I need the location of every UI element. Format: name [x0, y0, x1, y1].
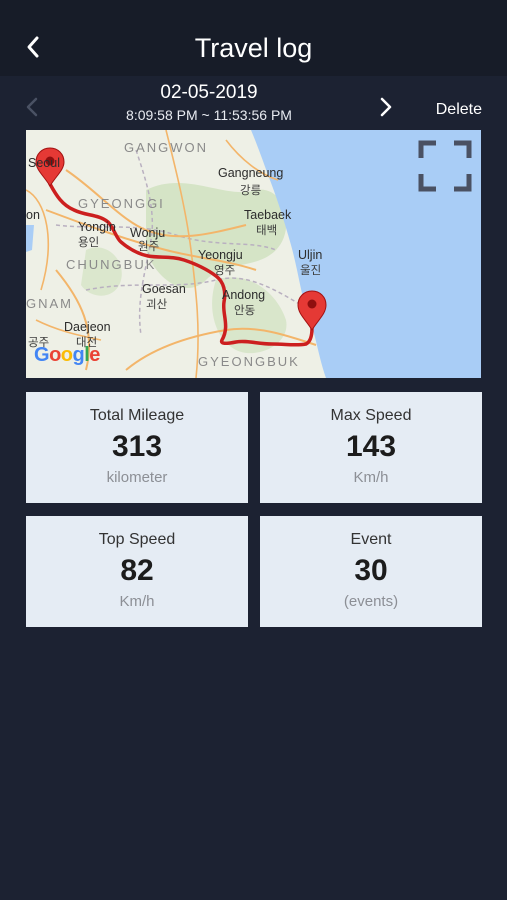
trip-date: 02-05-2019: [160, 82, 258, 103]
trip-nav-row: 02-05-2019 8:09:58 PM ~ 11:53:56 PM Dele…: [0, 80, 507, 128]
map-label-goesan-kr: 괴산: [146, 299, 168, 311]
stat-value: 82: [120, 554, 154, 587]
map-label-daejeon: Daejeon: [64, 320, 111, 334]
map-label-yongin-kr: 용인: [78, 237, 100, 249]
page-title: Travel log: [194, 33, 313, 63]
stat-card-top-speed: Top Speed 82 Km/h: [26, 516, 248, 627]
map-label-uljin-kr: 울진: [300, 265, 322, 277]
map-label-chungbuk: CHUNGBUK: [66, 257, 157, 272]
stat-card-event: Event 30 (events): [260, 516, 482, 627]
stat-unit: Km/h: [119, 593, 155, 610]
stat-value: 30: [354, 554, 388, 587]
map-label-andong: Andong: [222, 288, 266, 302]
fullscreen-icon: [418, 140, 472, 192]
chevron-right-icon: [380, 97, 392, 117]
map-label-gangwon: GANGWON: [124, 140, 209, 155]
delete-button[interactable]: Delete: [436, 100, 482, 120]
map-label-gnam: GNAM: [26, 296, 73, 311]
app-header: Travel log: [0, 0, 507, 76]
map-label-taebaek: Taebaek: [244, 208, 292, 222]
trip-time-range: 8:09:58 PM ~ 11:53:56 PM: [126, 107, 292, 123]
map-label-yongin: Yongin: [78, 220, 116, 234]
map-label-uljin: Uljin: [298, 248, 323, 262]
stat-card-max-speed: Max Speed 143 Km/h: [260, 392, 482, 503]
map-label-gyeonggi: GYEONGGI: [78, 196, 165, 211]
google-logo: Google: [34, 344, 100, 366]
map-label-gangneung: Gangneung: [218, 166, 284, 180]
stat-value: 143: [345, 430, 397, 463]
stat-unit: Km/h: [353, 469, 389, 486]
map-label-on: on: [26, 208, 40, 222]
map-label-yeongju-kr: 영주: [214, 265, 236, 277]
map-label-gangneung-kr: 강릉: [240, 185, 262, 197]
stat-card-total-mileage: Total Mileage 313 kilometer: [26, 392, 248, 503]
stat-value: 313: [111, 430, 163, 463]
fullscreen-button[interactable]: [418, 140, 472, 192]
map-label-andong-kr: 안동: [234, 305, 256, 317]
map-label-taebaek-kr: 태백: [256, 225, 278, 237]
map-label-goesan: Goesan: [142, 282, 186, 296]
map-label-wonju-kr: 원주: [138, 241, 160, 253]
route-map[interactable]: GANGWON GYEONGGI CHUNGBUK GYEONGBUK GNAM…: [26, 130, 481, 378]
stat-unit: (events): [343, 593, 399, 610]
map-label-gyeongbuk: GYEONGBUK: [198, 354, 300, 369]
stat-label: Top Speed: [98, 531, 176, 548]
stat-label: Total Mileage: [89, 407, 185, 424]
stat-unit: kilometer: [106, 469, 168, 486]
stat-label: Max Speed: [330, 407, 412, 424]
map-label-yeongju: Yeongju: [198, 248, 243, 262]
stat-label: Event: [350, 531, 392, 548]
map-label-seoul: Seoul: [28, 156, 60, 170]
next-trip-button[interactable]: [374, 94, 398, 120]
